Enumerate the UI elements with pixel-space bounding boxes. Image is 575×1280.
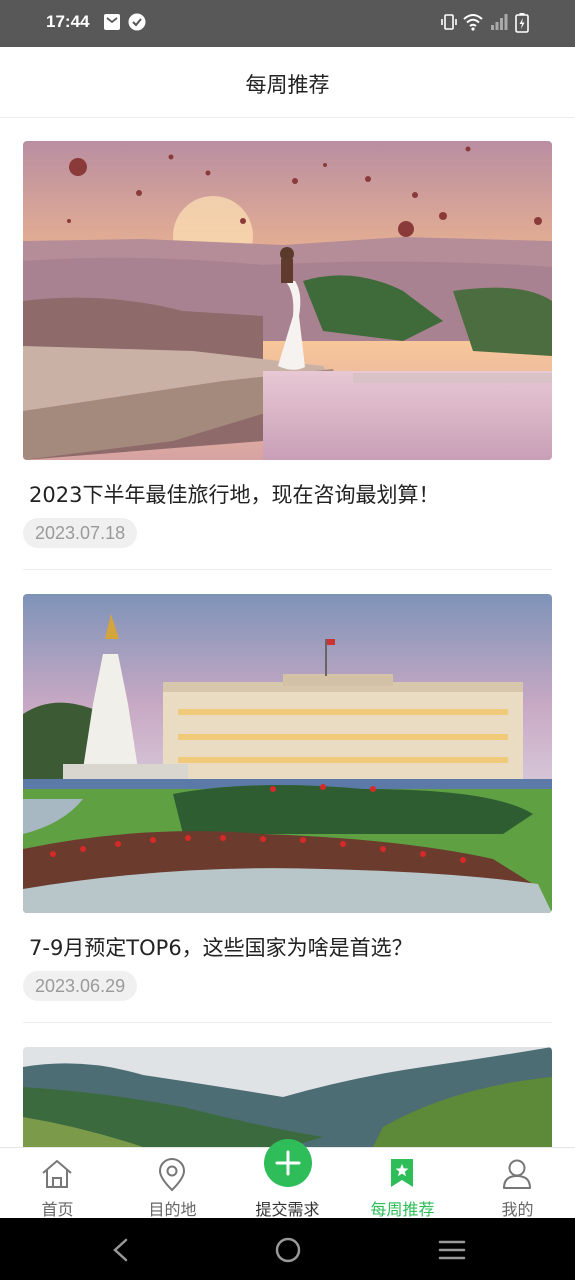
tab-label: 提交需求 bbox=[255, 1200, 320, 1219]
divider bbox=[23, 569, 552, 570]
user-icon bbox=[503, 1159, 531, 1189]
tab-mine[interactable]: 我的 bbox=[460, 1148, 575, 1219]
article-card[interactable]: 7-9月预定TOP6，这些国家为啥是首选？ 2023.06.29 bbox=[23, 594, 552, 1001]
bookmark-star-icon bbox=[391, 1159, 413, 1187]
tab-label: 每周推荐 bbox=[370, 1200, 435, 1219]
plus-icon bbox=[275, 1150, 301, 1176]
article-date: 2023.06.29 bbox=[23, 971, 138, 1001]
article-list[interactable]: 2023下半年最佳旅行地，现在咨询最划算！ 2023.07.18 7-9月预定T… bbox=[0, 118, 575, 1148]
system-nav-bar bbox=[0, 1218, 575, 1280]
article-card[interactable]: 2023下半年最佳旅行地，现在咨询最划算！ 2023.07.18 bbox=[23, 141, 552, 548]
status-time: 17:44 bbox=[46, 12, 90, 31]
mail-notification-icon bbox=[104, 14, 120, 30]
home-icon bbox=[42, 1160, 72, 1188]
back-icon[interactable] bbox=[110, 1238, 132, 1262]
article-card[interactable] bbox=[23, 1047, 552, 1148]
article-title[interactable]: 7-9月预定TOP6，这些国家为啥是首选？ bbox=[29, 932, 413, 962]
tab-destination[interactable]: 目的地 bbox=[115, 1148, 230, 1219]
check-notification-icon bbox=[128, 13, 146, 31]
submit-request-plus-button[interactable] bbox=[264, 1139, 312, 1187]
tab-label: 我的 bbox=[501, 1200, 534, 1219]
article-image[interactable] bbox=[23, 594, 552, 913]
tab-label: 首页 bbox=[41, 1200, 74, 1219]
article-date: 2023.07.18 bbox=[23, 518, 138, 548]
article-title[interactable]: 2023下半年最佳旅行地，现在咨询最划算！ bbox=[29, 479, 439, 509]
article-image[interactable] bbox=[23, 1047, 552, 1148]
signal-icon bbox=[491, 14, 508, 30]
tab-label: 目的地 bbox=[148, 1200, 197, 1219]
tab-weekly-recommend[interactable]: 每周推荐 bbox=[345, 1148, 460, 1219]
battery-charging-icon bbox=[515, 13, 529, 33]
vibrate-icon bbox=[441, 14, 457, 30]
article-image[interactable] bbox=[23, 141, 552, 460]
divider bbox=[23, 1022, 552, 1023]
home-nav-icon[interactable] bbox=[274, 1236, 302, 1264]
page-header: 每周推荐 bbox=[0, 47, 575, 118]
location-pin-icon bbox=[158, 1158, 186, 1192]
tab-home[interactable]: 首页 bbox=[0, 1148, 115, 1219]
status-bar: 17:44 bbox=[0, 0, 575, 47]
page-title: 每周推荐 bbox=[245, 73, 330, 97]
wifi-icon bbox=[463, 14, 483, 31]
menu-icon[interactable] bbox=[438, 1238, 466, 1262]
